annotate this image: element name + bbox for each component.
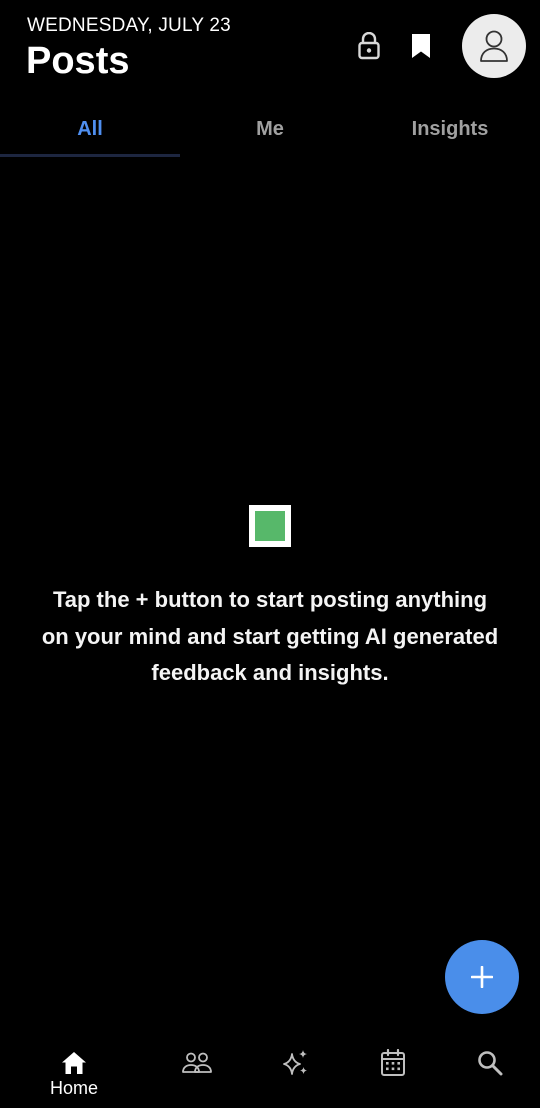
- nav-people[interactable]: [147, 1035, 247, 1108]
- sparkle-icon: [283, 1050, 307, 1075]
- search-icon: [478, 1051, 503, 1076]
- lock-icon: [358, 32, 380, 60]
- profile-button[interactable]: [462, 14, 526, 78]
- add-post-button[interactable]: [445, 940, 519, 1014]
- tab-indicator: [0, 154, 180, 157]
- nav-ai[interactable]: [245, 1035, 345, 1108]
- bottom-navigation: Home: [0, 1035, 540, 1108]
- tab-insights[interactable]: Insights: [360, 100, 540, 158]
- people-icon: [182, 1052, 212, 1073]
- date-label: WEDNESDAY, JULY 23: [27, 15, 231, 36]
- nav-search[interactable]: [440, 1035, 540, 1108]
- tab-bar: All Me Insights: [0, 100, 540, 160]
- page-title: Posts: [26, 40, 130, 82]
- plus-icon: [471, 966, 493, 988]
- empty-state-message: Tap the + button to start posting anythi…: [41, 587, 499, 685]
- tab-all[interactable]: All: [0, 100, 180, 158]
- bookmark-button[interactable]: [402, 27, 440, 65]
- bookmark-icon: [412, 34, 430, 58]
- calendar-icon: [381, 1049, 405, 1076]
- lock-button[interactable]: [350, 27, 388, 65]
- nav-home-label: Home: [49, 1078, 98, 1098]
- app-header: WEDNESDAY, JULY 23 Posts: [0, 0, 540, 100]
- nav-home[interactable]: Home: [24, 1035, 124, 1108]
- tab-me[interactable]: Me: [180, 100, 360, 158]
- nav-calendar[interactable]: [343, 1035, 443, 1108]
- profile-icon: [480, 30, 508, 62]
- home-icon: [62, 1052, 86, 1074]
- green-square-icon: [249, 505, 291, 547]
